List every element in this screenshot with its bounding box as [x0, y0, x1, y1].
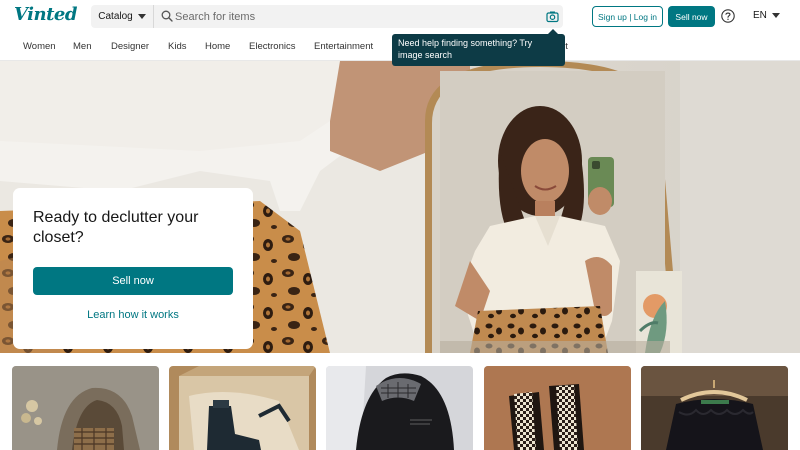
- search-icon: [161, 10, 173, 22]
- nav-item-kids[interactable]: Kids: [168, 41, 186, 52]
- product-card-plaid-scarf[interactable]: [484, 366, 631, 450]
- hero-sell-now-button[interactable]: Sell now: [33, 267, 233, 295]
- top-header: Vinted Catalog Sign up | Log in Sell now…: [0, 0, 800, 33]
- question-circle-icon[interactable]: [721, 9, 735, 23]
- product-card-dark-sweater[interactable]: [641, 366, 788, 450]
- product-image: [169, 366, 316, 450]
- product-card-boots[interactable]: [169, 366, 316, 450]
- language-selector[interactable]: EN: [753, 10, 780, 21]
- vinted-logo[interactable]: Vinted: [14, 4, 77, 25]
- product-image: [326, 366, 473, 450]
- chevron-down-icon: [137, 14, 146, 19]
- sell-now-button[interactable]: Sell now: [668, 6, 715, 27]
- nav-item-designer[interactable]: Designer: [111, 41, 149, 52]
- catalog-dropdown[interactable]: Catalog: [91, 5, 154, 28]
- catalog-label: Catalog: [98, 11, 133, 22]
- product-image: [12, 366, 159, 450]
- product-image: [641, 366, 788, 450]
- product-card-black-jacket[interactable]: [326, 366, 473, 450]
- learn-how-it-works-link[interactable]: Learn how it works: [33, 309, 233, 321]
- nav-item-women[interactable]: Women: [23, 41, 56, 52]
- nav-item-men[interactable]: Men: [73, 41, 91, 52]
- search-input[interactable]: [175, 6, 535, 27]
- product-grid: [0, 353, 800, 450]
- nav-item-entertainment[interactable]: Entertainment: [314, 41, 373, 52]
- product-card-hooded-jacket[interactable]: [12, 366, 159, 450]
- language-label: EN: [753, 10, 767, 21]
- chevron-down-icon: [771, 13, 780, 18]
- hero-title: Ready to declutter your closet?: [33, 209, 199, 246]
- signup-login-button[interactable]: Sign up | Log in: [592, 6, 663, 27]
- product-image: [484, 366, 631, 450]
- camera-icon[interactable]: [546, 10, 559, 23]
- hero-card: Ready to declutter your closet? Sell now…: [13, 188, 253, 349]
- nav-item-electronics[interactable]: Electronics: [249, 41, 295, 52]
- search-bar: Catalog: [91, 5, 563, 28]
- image-search-tooltip: Need help finding something? Try image s…: [392, 34, 565, 66]
- nav-item-home[interactable]: Home: [205, 41, 230, 52]
- hero-banner: Ready to declutter your closet? Sell now…: [0, 61, 800, 353]
